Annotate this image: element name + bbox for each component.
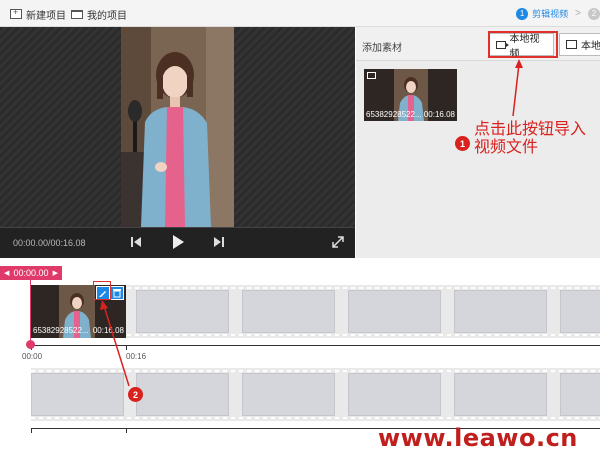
- playhead-handle[interactable]: [26, 340, 35, 349]
- fullscreen-icon[interactable]: [332, 236, 344, 251]
- annotation-arrow-2: [100, 300, 130, 387]
- asset-filename: 65382928522...: [366, 110, 422, 119]
- video-frame: [121, 27, 234, 227]
- asset-duration: 00:16.08: [423, 110, 455, 119]
- next-frame-icon[interactable]: [214, 236, 224, 251]
- time-indicator[interactable]: ◀ 00:00.00 ▶: [0, 266, 62, 280]
- annotation-badge-1: 1: [455, 136, 470, 151]
- asset-video-thumbnail[interactable]: 65382928522... 00:16.08: [364, 69, 457, 121]
- annotation-note-line-2: 视频文件: [474, 139, 539, 156]
- video-type-icon: [367, 72, 376, 79]
- new-project-label: 新建项目: [26, 10, 66, 22]
- preview-timecode: 00:00.00/00:16.08: [13, 238, 86, 248]
- folder-icon: [71, 9, 83, 19]
- clip-filename: 65382928522...: [33, 326, 89, 335]
- tick-label-start: 00:00: [22, 352, 43, 361]
- playhead[interactable]: [30, 280, 31, 342]
- image-icon: [566, 40, 577, 49]
- time-left-arrow-icon: ◀: [4, 270, 10, 277]
- step1-label[interactable]: 剪辑视频: [532, 7, 568, 20]
- video-preview: 00:00.00/00:16.08: [0, 27, 355, 258]
- step-arrow-icon: >: [575, 8, 581, 19]
- local-image-button[interactable]: 本地: [559, 33, 600, 56]
- my-projects-button[interactable]: 我的项目: [71, 7, 127, 22]
- new-project-button[interactable]: 新建项目: [10, 7, 66, 22]
- step1-number: 1: [516, 7, 529, 20]
- top-toolbar: 新建项目 我的项目 1 剪辑视频 > 2: [0, 0, 600, 27]
- my-projects-label: 我的项目: [87, 10, 127, 22]
- asset-header: 添加素材 本地视频 本地: [356, 27, 600, 61]
- player-controls: 00:00.00/00:16.08: [0, 227, 355, 258]
- highlight-frame: [488, 31, 558, 58]
- step-indicator: 1 剪辑视频 > 2: [516, 6, 600, 21]
- step2-number[interactable]: 2: [588, 7, 600, 20]
- annotation-arrow-1: [512, 59, 523, 117]
- annotation-badge-2: 2: [128, 387, 143, 402]
- play-icon[interactable]: [172, 234, 185, 253]
- time-right-arrow-icon: ▶: [52, 270, 58, 277]
- watermark: www.leawo.cn: [378, 424, 578, 452]
- annotation-note-1: 点击此按钮导入 视频文件: [474, 121, 586, 157]
- asset-panel-title: 添加素材: [362, 43, 402, 54]
- annotation-note-line-1: 点击此按钮导入: [474, 121, 587, 138]
- new-project-icon: [10, 7, 22, 19]
- previous-frame-icon[interactable]: [131, 236, 141, 251]
- current-time: 00:00.00: [13, 268, 49, 278]
- local-image-label: 本地: [581, 41, 600, 52]
